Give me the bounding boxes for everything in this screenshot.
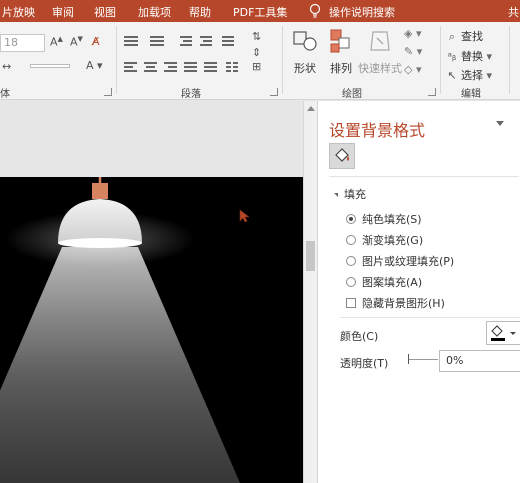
shapes-label: 形状 bbox=[294, 62, 316, 75]
lamp-bulb-glow bbox=[58, 238, 142, 248]
lamp-shade bbox=[58, 199, 142, 243]
search-icon: ⌕ bbox=[448, 30, 456, 43]
format-background-pane: 设置背景格式 填充 纯色填充(S) 渐变填充(G) 图片或纹理填充(P) 图案填… bbox=[317, 101, 520, 483]
pane-options-chevron-icon[interactable] bbox=[496, 121, 504, 126]
tab-addins[interactable]: 加载项 bbox=[138, 4, 171, 20]
quick-styles-label: 快速样式 bbox=[358, 62, 402, 75]
pane-divider bbox=[340, 317, 520, 318]
slide[interactable] bbox=[0, 177, 303, 483]
solid-fill-radio[interactable] bbox=[346, 214, 356, 224]
highlight-color-icon[interactable] bbox=[30, 58, 75, 72]
find-label: 查找 bbox=[461, 30, 483, 43]
lamp-socket bbox=[92, 183, 108, 199]
smartart-icon[interactable]: ⊞ bbox=[252, 60, 261, 73]
transparency-label: 透明度(T) bbox=[340, 357, 389, 370]
font-size-combo[interactable]: 18 bbox=[0, 34, 45, 52]
gradient-fill-label: 渐变填充(G) bbox=[362, 234, 424, 247]
tab-slideshow[interactable]: 片放映 bbox=[2, 4, 35, 20]
transparency-value: 0% bbox=[446, 354, 464, 367]
ribbon: 18 A▲ A▼ A̸ ↔ A ▾ 体 ⇅ ⇕ ⊞ 段落 形状 排列 快速样式 … bbox=[0, 22, 520, 100]
tab-pdf-tools[interactable]: PDF工具集 bbox=[233, 4, 287, 20]
grow-font-icon[interactable]: A▲ bbox=[50, 35, 63, 49]
hide-background-checkbox[interactable] bbox=[346, 298, 356, 308]
editing-group-label: 编辑 bbox=[461, 89, 481, 100]
select-button[interactable]: ↖ 选择 ▾ bbox=[446, 67, 492, 83]
shapes-icon bbox=[293, 31, 317, 51]
hide-background-option[interactable]: 隐藏背景图形(H) bbox=[346, 295, 445, 311]
shape-effects-icon[interactable]: ◇ ▾ bbox=[404, 63, 421, 76]
paragraph-group-label: 段落 bbox=[181, 89, 201, 100]
mouse-cursor-icon bbox=[239, 209, 249, 223]
transparency-slider-thumb[interactable] bbox=[408, 354, 409, 364]
tab-review[interactable]: 审阅 bbox=[52, 4, 74, 20]
arrange-button[interactable]: 排列 bbox=[326, 26, 356, 76]
shape-outline-icon[interactable]: ✎ ▾ bbox=[404, 45, 422, 58]
hide-background-label: 隐藏背景图形(H) bbox=[362, 297, 445, 310]
pattern-fill-label: 图案填充(A) bbox=[362, 276, 423, 289]
select-arrow-icon: ↖ bbox=[447, 69, 457, 82]
select-label: 选择 bbox=[461, 69, 483, 82]
tab-view[interactable]: 视图 bbox=[94, 4, 116, 20]
paint-bucket-icon bbox=[491, 325, 516, 341]
vertical-scrollbar[interactable] bbox=[303, 101, 317, 483]
ribbon-separator bbox=[116, 26, 117, 94]
shape-fill-icon[interactable]: ◈ ▾ bbox=[404, 27, 421, 40]
fill-section-label: 填充 bbox=[344, 188, 366, 201]
char-spacing-icon[interactable]: ↔ bbox=[2, 60, 11, 73]
fill-section-header[interactable]: 填充 bbox=[334, 186, 366, 202]
transparency-slider-track[interactable] bbox=[408, 359, 438, 360]
picture-fill-option[interactable]: 图片或纹理填充(P) bbox=[346, 253, 454, 269]
quick-styles-icon bbox=[370, 31, 390, 51]
share-button[interactable]: 共 bbox=[508, 4, 519, 20]
text-direction-icon[interactable]: ⇅ bbox=[252, 30, 261, 43]
quick-styles-button[interactable]: 快速样式 bbox=[358, 26, 402, 76]
gradient-fill-option[interactable]: 渐变填充(G) bbox=[346, 232, 423, 248]
arrange-label: 排列 bbox=[330, 62, 352, 75]
font-dialog-launcher[interactable] bbox=[104, 88, 112, 96]
solid-fill-option[interactable]: 纯色填充(S) bbox=[346, 211, 422, 227]
scroll-thumb[interactable] bbox=[306, 241, 315, 271]
picture-fill-radio[interactable] bbox=[346, 256, 356, 266]
slide-canvas bbox=[0, 101, 303, 483]
align-text-icon[interactable]: ⇕ bbox=[252, 46, 261, 59]
font-color-icon[interactable]: A ▾ bbox=[86, 59, 103, 72]
solid-fill-label: 纯色填充(S) bbox=[362, 213, 422, 226]
pattern-fill-option[interactable]: 图案填充(A) bbox=[346, 274, 422, 290]
tab-help[interactable]: 帮助 bbox=[189, 4, 211, 20]
gradient-fill-radio[interactable] bbox=[346, 235, 356, 245]
font-size-value: 18 bbox=[4, 36, 18, 49]
fill-tab[interactable] bbox=[329, 143, 355, 169]
replace-button[interactable]: ᵃᵦ 替换 ▾ bbox=[446, 48, 492, 64]
scroll-up-arrow-icon[interactable] bbox=[307, 106, 315, 111]
drawing-dialog-launcher[interactable] bbox=[428, 88, 436, 96]
font-group-label: 体 bbox=[0, 89, 10, 100]
pane-title: 设置背景格式 bbox=[329, 121, 426, 140]
transparency-input[interactable]: 0% bbox=[439, 350, 520, 372]
lamp-illustration bbox=[0, 177, 240, 483]
lightbulb-icon bbox=[309, 3, 321, 18]
color-picker-button[interactable] bbox=[486, 321, 520, 345]
light-beam bbox=[0, 247, 240, 483]
paint-bucket-icon bbox=[335, 148, 349, 162]
paragraph-dialog-launcher[interactable] bbox=[270, 88, 278, 96]
replace-icon: ᵃᵦ bbox=[447, 50, 457, 63]
clear-format-icon[interactable]: A̸ bbox=[92, 35, 100, 48]
color-label: 颜色(C) bbox=[340, 330, 379, 343]
shrink-font-icon[interactable]: A▼ bbox=[70, 35, 83, 49]
pattern-fill-radio[interactable] bbox=[346, 277, 356, 287]
replace-label: 替换 bbox=[461, 50, 483, 63]
drawing-group-label: 绘图 bbox=[342, 89, 362, 100]
tell-me-search[interactable]: 操作说明搜索 bbox=[329, 4, 395, 20]
find-button[interactable]: ⌕ 查找 bbox=[446, 28, 483, 44]
menu-bar: 片放映 审阅 视图 加载项 帮助 PDF工具集 操作说明搜索 共 bbox=[0, 0, 520, 22]
shapes-button[interactable]: 形状 bbox=[288, 26, 322, 76]
picture-fill-label: 图片或纹理填充(P) bbox=[362, 255, 455, 268]
ribbon-separator bbox=[509, 26, 510, 94]
collapse-triangle-icon bbox=[334, 193, 338, 197]
ribbon-separator bbox=[440, 26, 441, 94]
pane-divider bbox=[329, 176, 519, 177]
ribbon-separator bbox=[282, 26, 283, 94]
arrange-icon bbox=[330, 29, 350, 53]
